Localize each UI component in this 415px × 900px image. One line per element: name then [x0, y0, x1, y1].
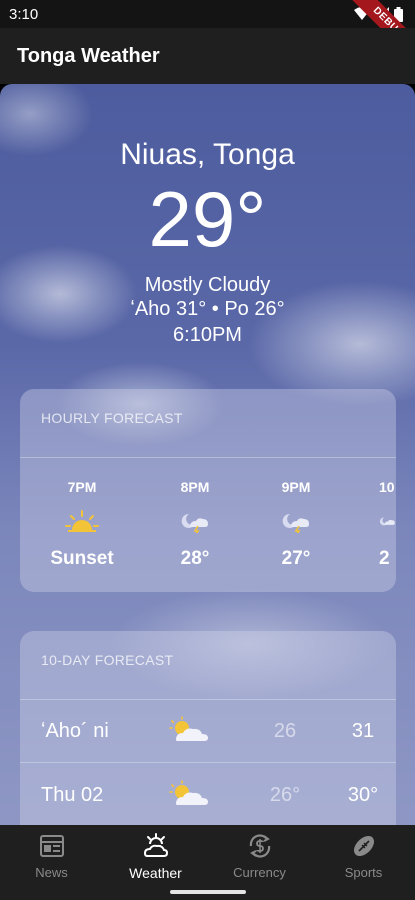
night-storm-icon	[379, 505, 396, 539]
hour-time: 7PM	[67, 479, 97, 495]
hour-time: 10	[379, 479, 395, 495]
nav-label: Currency	[233, 865, 286, 880]
hour-time: 8PM	[180, 479, 210, 495]
news-icon	[0, 833, 103, 859]
hourly-item: 9PM 27°	[251, 479, 341, 570]
hour-value: Sunset	[50, 548, 114, 569]
status-bar: 3:10 DEBUG	[0, 0, 415, 69]
daily-forecast-card[interactable]: 10-DAY FORECAST ʻAho´ ni 26 31 Thu 02 26…	[20, 631, 396, 825]
nav-item-news[interactable]: News	[0, 833, 103, 880]
home-indicator[interactable]	[170, 890, 246, 894]
current-condition: Mostly Cloudy	[144, 274, 271, 296]
day-high-temp: 31	[351, 720, 375, 742]
hourly-forecast-card[interactable]: HOURLY FORECAST 7PM Sunset 8PM 28° 9PM 2…	[20, 389, 396, 592]
night-storm-icon	[150, 505, 240, 539]
sunset-icon	[37, 505, 127, 539]
nav-item-currency[interactable]: Currency	[208, 833, 311, 880]
nav-label: News	[35, 865, 68, 880]
hour-value: 28°	[180, 548, 210, 569]
day-name: ʻAho´ ni	[41, 720, 109, 742]
night-storm-icon	[251, 505, 341, 539]
nav-item-sports[interactable]: Sports	[312, 833, 415, 880]
hour-value: 27°	[281, 548, 311, 569]
current-time: 6:10PM	[173, 324, 242, 346]
day-high-temp: 30°	[347, 784, 379, 806]
currency-icon	[208, 833, 311, 859]
nav-item-weather[interactable]: Weather	[104, 833, 207, 881]
status-time: 3:10	[9, 6, 39, 23]
app-bar: Tonga Weather	[0, 28, 415, 84]
hourly-forecast-title: HOURLY FORECAST	[41, 410, 183, 426]
daily-row[interactable]: ʻAho´ ni 26 31	[20, 700, 396, 762]
partly-cloudy-icon	[168, 780, 212, 808]
nav-label: Sports	[344, 865, 383, 880]
page-title: Tonga Weather	[17, 45, 160, 67]
weather-content[interactable]: Niuas, Tonga 29° Mostly Cloudy ʻAho 31° …	[0, 84, 415, 825]
divider	[20, 762, 396, 763]
divider	[20, 457, 396, 458]
hourly-item: 7PM Sunset	[37, 479, 127, 570]
daily-forecast-title: 10-DAY FORECAST	[41, 652, 174, 668]
sports-icon	[312, 833, 415, 859]
partly-cloudy-icon	[168, 716, 212, 744]
current-temperature: 29°	[148, 175, 267, 263]
hour-value: 2	[379, 548, 390, 569]
hour-time: 9PM	[281, 479, 311, 495]
hourly-item: 8PM 28°	[150, 479, 240, 570]
day-low-temp: 26°	[269, 784, 301, 806]
high-low-temperature: ʻAho 31° • Po 26°	[130, 298, 285, 320]
day-low-temp: 26	[273, 720, 297, 742]
location-name: Niuas, Tonga	[120, 138, 295, 171]
daily-row[interactable]: Thu 02 26° 30°	[20, 764, 396, 825]
nav-label: Weather	[129, 865, 182, 881]
weather-icon	[104, 833, 207, 859]
day-name: Thu 02	[41, 784, 104, 806]
bottom-navigation: News Weather Currency Sports	[0, 825, 415, 900]
hourly-item: 10 2	[352, 479, 396, 570]
